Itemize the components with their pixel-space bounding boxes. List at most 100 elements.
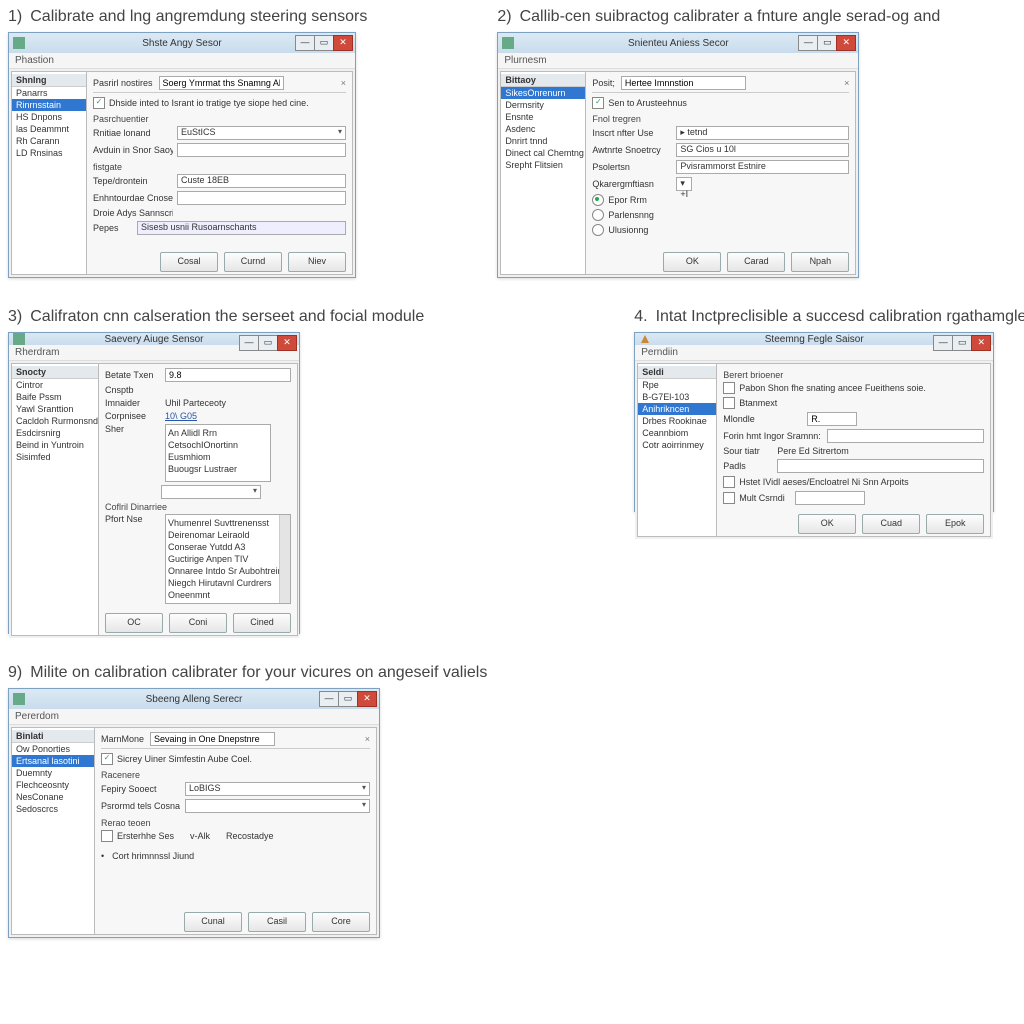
group-value-input[interactable]	[621, 76, 746, 90]
cancel-button[interactable]: Carad	[727, 252, 785, 272]
sidebar-item[interactable]: las Deammnt	[12, 123, 86, 135]
sidebar-item[interactable]: Dinect cal Chemtng	[501, 147, 585, 159]
button[interactable]: Cunal	[184, 912, 242, 932]
maximize-button[interactable]: ▭	[817, 35, 837, 51]
menubar[interactable]: Phastion	[9, 53, 355, 69]
combo-input[interactable]	[185, 799, 370, 813]
minimize-button[interactable]: —	[319, 691, 339, 707]
menubar[interactable]: Pererdom	[9, 709, 379, 725]
maximize-button[interactable]: ▭	[952, 335, 972, 351]
titlebar[interactable]: Steemng Fegle Saisor — ▭ ✕	[635, 333, 993, 345]
sidebar-item[interactable]: Sedoscrcs	[12, 803, 94, 815]
sidebar-item[interactable]: Ow Ponorties	[12, 743, 94, 755]
sidebar-item[interactable]: Dermsrity	[501, 99, 585, 111]
sidebar-item[interactable]: LD Rnsinas	[12, 147, 86, 159]
text-input[interactable]	[165, 368, 291, 382]
button[interactable]: Npah	[791, 252, 849, 272]
sidebar-item[interactable]: Rinrnsstain	[12, 99, 86, 111]
ok-button[interactable]: OC	[105, 613, 163, 633]
sidebar-item[interactable]: Flechceosnty	[12, 779, 94, 791]
close-button[interactable]: ✕	[333, 35, 353, 51]
list-item[interactable]: Niegch Hirutavnl Curdrers	[168, 577, 288, 589]
sidebar-item[interactable]: Duemnty	[12, 767, 94, 779]
minimize-button[interactable]: —	[798, 35, 818, 51]
text-input[interactable]: Pvisrammorst Estnire	[676, 160, 849, 174]
checkbox[interactable]	[93, 97, 105, 109]
list-item[interactable]: Buougsr Lustraer	[168, 463, 268, 475]
text-input[interactable]	[177, 143, 346, 157]
maximize-button[interactable]: ▭	[258, 335, 278, 351]
checkbox[interactable]	[723, 492, 735, 504]
close-button[interactable]: ✕	[971, 335, 991, 351]
minimize-button[interactable]: —	[295, 35, 315, 51]
text-input[interactable]	[777, 459, 984, 473]
text-input[interactable]	[827, 429, 984, 443]
checkbox[interactable]	[723, 382, 735, 394]
listbox[interactable]: An Allidl Rrn CetsochIOnortinn Eusmhiom …	[165, 424, 271, 482]
text-input[interactable]: Custe 18EB	[177, 174, 346, 188]
text-input[interactable]	[807, 412, 857, 426]
list-item[interactable]: CetsochIOnortinn	[168, 439, 268, 451]
button[interactable]: Epok	[926, 514, 984, 534]
sidebar-item[interactable]: Asdenc	[501, 123, 585, 135]
sidebar-item[interactable]: NesConane	[12, 791, 94, 803]
button[interactable]: Core	[312, 912, 370, 932]
sidebar-item[interactable]: Cacldoh Rurmonsnd	[12, 415, 98, 427]
group-value-input[interactable]	[159, 76, 284, 90]
list-item[interactable]: Deirenomar Leiraold	[168, 529, 288, 541]
checkbox[interactable]	[101, 830, 113, 842]
sidebar-item[interactable]: Srepht Flitsien	[501, 159, 585, 171]
cancel-button[interactable]: Cuad	[862, 514, 920, 534]
sidebar-item[interactable]: Ceannbiom	[638, 427, 716, 439]
combo-input[interactable]	[161, 485, 261, 499]
close-button[interactable]: ✕	[357, 691, 377, 707]
ok-button[interactable]: OK	[663, 252, 721, 272]
list-item[interactable]: Oneenmnt	[168, 589, 288, 601]
sidebar-item[interactable]: Baife Pssm	[12, 391, 98, 403]
combo-input[interactable]: LoBIGS	[185, 782, 370, 796]
checkbox[interactable]	[101, 753, 113, 765]
titlebar[interactable]: Snienteu Aniess Secor — ▭ ✕	[498, 33, 858, 53]
checkbox[interactable]	[592, 97, 604, 109]
sidebar-item[interactable]: Ensnte	[501, 111, 585, 123]
list-item[interactable]: Guctirige Anpen TIV	[168, 553, 288, 565]
button[interactable]: Cined	[233, 613, 291, 633]
text-input[interactable]: ▸ tetnd	[676, 126, 849, 140]
titlebar[interactable]: Shste Angy Sesor — ▭ ✕	[9, 33, 355, 53]
sidebar-item[interactable]: Rpe	[638, 379, 716, 391]
checkbox[interactable]	[723, 476, 735, 488]
sidebar-item[interactable]: Cotr aoirrinmey	[638, 439, 716, 451]
maximize-button[interactable]: ▭	[338, 691, 358, 707]
checkbox[interactable]	[723, 397, 735, 409]
radio[interactable]	[592, 209, 604, 221]
ok-button[interactable]: OK	[798, 514, 856, 534]
sidebar-item[interactable]: Cintror	[12, 379, 98, 391]
sidebar-item[interactable]: Dnrirt tnnd	[501, 135, 585, 147]
collapse-icon[interactable]: ×	[365, 734, 370, 744]
list-item[interactable]: An Allidl Rrn	[168, 427, 268, 439]
close-button[interactable]: ✕	[277, 335, 297, 351]
minimize-button[interactable]: —	[239, 335, 259, 351]
text-input[interactable]	[795, 491, 865, 505]
sidebar-item[interactable]: Anihrikncen	[638, 403, 716, 415]
button[interactable]: Niev	[288, 252, 346, 272]
listbox[interactable]: Vhumenrel Suvttrenensst Deirenomar Leira…	[165, 514, 291, 604]
radio[interactable]	[592, 224, 604, 236]
list-item[interactable]: Eusmhiom	[168, 451, 268, 463]
list-item[interactable]: Slurr DAt 9	[168, 601, 288, 604]
sidebar-item[interactable]: Rh Carann	[12, 135, 86, 147]
button[interactable]: Coni	[169, 613, 227, 633]
sidebar-item[interactable]: Sisimfed	[12, 451, 98, 463]
text-input[interactable]	[177, 191, 346, 205]
sidebar-item[interactable]: SikesOnrenurn	[501, 87, 585, 99]
sidebar-item[interactable]: Yawl Sranttion	[12, 403, 98, 415]
close-button[interactable]: ✕	[836, 35, 856, 51]
sidebar-item[interactable]: Drbes Rookinae	[638, 415, 716, 427]
group-value-input[interactable]	[150, 732, 275, 746]
radio[interactable]	[592, 194, 604, 206]
text-input[interactable]: ▾ +I	[676, 177, 692, 191]
list-item[interactable]: Vhumenrel Suvttrenensst	[168, 517, 288, 529]
sidebar-item[interactable]: Ertsanal lasotini	[12, 755, 94, 767]
button[interactable]: Curnd	[224, 252, 282, 272]
combo-input[interactable]: EuStICS	[177, 126, 346, 140]
